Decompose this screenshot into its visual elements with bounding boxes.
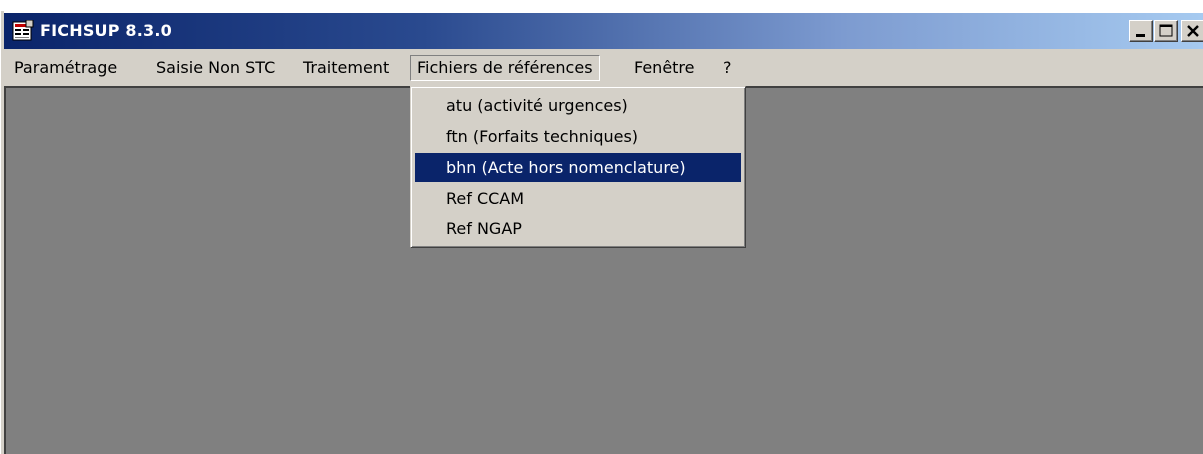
menu-traitement[interactable]: Traitement [297,55,395,81]
menu-saisie-non-stc[interactable]: Saisie Non STC [150,55,281,81]
close-icon [1187,25,1199,37]
menu-item-bhn[interactable]: bhn (Acte hors nomenclature) [415,153,741,182]
menu-fichiers-de-references[interactable]: Fichiers de références [410,55,600,81]
menu-item-ftn[interactable]: ftn (Forfaits techniques) [415,122,741,151]
app-icon[interactable] [12,19,34,42]
minimize-button[interactable] [1129,20,1153,42]
menu-item-atu[interactable]: atu (activité urgences) [415,91,741,120]
menu-item-ref-ccam[interactable]: Ref CCAM [415,184,741,213]
menu-help[interactable]: ? [717,55,738,81]
app-window: FICHSUP 8.3.0 Paramétrage Saisie Non STC… [0,0,1203,454]
window-title: FICHSUP 8.3.0 [40,21,172,40]
top-strip [0,0,1203,11]
close-button[interactable] [1181,20,1203,42]
fichiers-de-references-dropdown: atu (activité urgences) ftn (Forfaits te… [410,86,746,248]
maximize-icon [1159,24,1173,37]
maximize-button[interactable] [1154,20,1178,42]
menu-item-ref-ngap[interactable]: Ref NGAP [415,214,741,243]
menu-bar: Paramétrage Saisie Non STC Traitement Fi… [4,49,1203,86]
menu-fenetre[interactable]: Fenêtre [628,55,701,81]
menu-parametrage[interactable]: Paramétrage [8,55,123,81]
title-bar[interactable]: FICHSUP 8.3.0 [4,13,1203,49]
minimize-icon [1136,34,1145,37]
